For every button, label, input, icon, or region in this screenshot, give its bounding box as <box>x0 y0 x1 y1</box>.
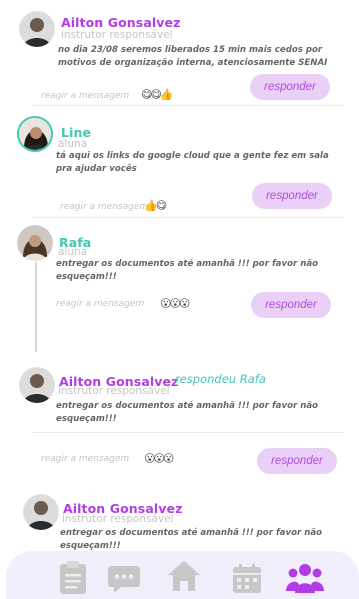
message-text: entregar os documentos até amanhã !!! po… <box>56 401 319 424</box>
reply-button[interactable]: responder <box>250 74 330 100</box>
react-link[interactable]: reagir a mensagem <box>56 299 144 309</box>
avatar[interactable] <box>23 494 59 530</box>
author-role: aluna <box>58 246 88 258</box>
reaction-emojis[interactable]: 😮😮😮 <box>160 297 190 310</box>
divider <box>32 432 344 433</box>
home-icon[interactable] <box>167 560 201 596</box>
react-link[interactable]: reagir a mensagem <box>41 91 129 101</box>
replied-to-label[interactable]: respondeu Rafa <box>175 372 266 386</box>
author-role: aluna <box>58 138 88 150</box>
thread-line <box>35 262 37 352</box>
message-text: no dia 23/08 seremos liberados 15 min ma… <box>58 45 328 68</box>
reply-button[interactable]: responder <box>251 292 331 318</box>
author-role: instrutor responsável <box>58 385 170 397</box>
group-icon[interactable] <box>286 563 324 597</box>
react-link[interactable]: reagir a mensagem <box>60 202 148 212</box>
divider <box>32 105 344 106</box>
react-link[interactable]: reagir a mensagem <box>41 454 129 464</box>
divider <box>32 217 344 218</box>
reaction-emojis[interactable]: 😋😋👍 <box>141 88 174 101</box>
calendar-icon[interactable] <box>232 564 262 598</box>
bottom-navigation <box>6 551 359 599</box>
avatar[interactable] <box>19 367 55 403</box>
message-text: entregar os documentos até amanhã !!! po… <box>56 259 319 282</box>
avatar[interactable] <box>17 225 53 261</box>
author-role: instrutor responsável <box>61 29 173 41</box>
chat-icon[interactable] <box>107 564 141 598</box>
reply-button[interactable]: responder <box>252 183 332 209</box>
author-role: instrutor responsável <box>62 513 174 525</box>
avatar[interactable] <box>17 116 53 152</box>
message-text: entregar os documentos até amanhã !!! po… <box>60 528 323 551</box>
avatar[interactable] <box>19 11 55 47</box>
clipboard-icon[interactable] <box>58 560 88 598</box>
message-text: tá aqui os links do google cloud que a g… <box>56 151 329 174</box>
reaction-emojis[interactable]: 😮😮😮 <box>144 452 174 465</box>
reply-button[interactable]: responder <box>257 448 337 474</box>
author-name: Ailton Gonsalvez <box>61 15 181 30</box>
reaction-emojis[interactable]: 👍😋 <box>144 199 167 212</box>
